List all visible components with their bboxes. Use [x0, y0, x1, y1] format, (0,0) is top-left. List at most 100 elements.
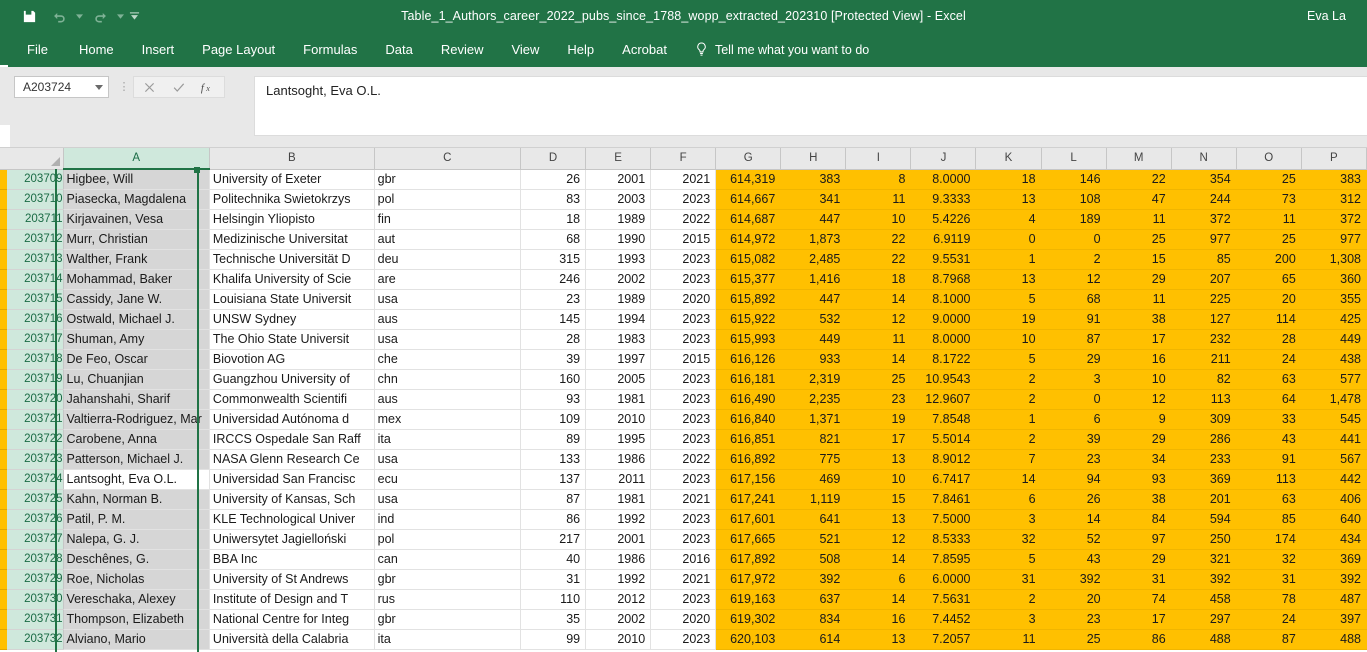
cell-E203724[interactable]: 2011 — [585, 469, 652, 490]
cell-N203730[interactable]: 458 — [1171, 589, 1237, 610]
cell-G203724[interactable]: 617,156 — [715, 469, 782, 490]
cell-B203717[interactable]: The Ohio State Universit — [209, 329, 375, 350]
cell-L203709[interactable]: 146 — [1041, 169, 1107, 190]
row-header[interactable]: 203720 — [7, 389, 64, 410]
cell-P203711[interactable]: 372 — [1301, 209, 1367, 230]
row-header[interactable]: 203717 — [7, 329, 64, 350]
cell-J203729[interactable]: 6.0000 — [910, 569, 977, 590]
cell-A203730[interactable]: Vereschaka, Alexey — [63, 589, 210, 610]
cell-L203716[interactable]: 91 — [1041, 309, 1107, 330]
cell-F203731[interactable]: 2020 — [650, 609, 717, 630]
cell-B203711[interactable]: Helsingin Yliopisto — [209, 209, 375, 230]
cell-B203715[interactable]: Louisiana State Universit — [209, 289, 375, 310]
cell-E203722[interactable]: 1995 — [585, 429, 652, 450]
cell-E203726[interactable]: 1992 — [585, 509, 652, 530]
cell-L203729[interactable]: 392 — [1041, 569, 1107, 590]
table-row[interactable]: 203719 Lu, Chuanjian Guangzhou University … — [0, 369, 1367, 390]
cell-M203721[interactable]: 9 — [1106, 409, 1172, 430]
cell-D203731[interactable]: 35 — [520, 609, 587, 630]
cell-N203720[interactable]: 113 — [1171, 389, 1237, 410]
cell-E203730[interactable]: 2012 — [585, 589, 652, 610]
cell-J203728[interactable]: 7.8595 — [910, 549, 977, 570]
cell-I203721[interactable]: 19 — [845, 409, 912, 430]
cell-D203723[interactable]: 133 — [520, 449, 587, 470]
cell-B203732[interactable]: Università della Calabria — [209, 629, 375, 650]
cell-A203709[interactable]: Higbee, Will — [63, 169, 210, 190]
tab-view[interactable]: View — [497, 32, 553, 67]
confirm-check-icon[interactable] — [164, 77, 194, 97]
cancel-x-icon[interactable] — [134, 77, 164, 97]
cell-J203725[interactable]: 7.8461 — [910, 489, 977, 510]
cell-B203728[interactable]: BBA Inc — [209, 549, 375, 570]
cell-F203725[interactable]: 2021 — [650, 489, 717, 510]
tab-review[interactable]: Review — [427, 32, 498, 67]
cell-L203722[interactable]: 39 — [1041, 429, 1107, 450]
table-row[interactable]: 203720 Jahanshahi, Sharif Commonwealth Sci… — [0, 389, 1367, 410]
cell-L203712[interactable]: 0 — [1041, 229, 1107, 250]
cell-L203713[interactable]: 2 — [1041, 249, 1107, 270]
row-header[interactable]: 203729 — [7, 569, 64, 590]
cell-L203720[interactable]: 0 — [1041, 389, 1107, 410]
table-row[interactable]: 203725 Kahn, Norman B. University of Kansa… — [0, 489, 1367, 510]
cell-J203712[interactable]: 6.9119 — [910, 229, 977, 250]
cell-O203712[interactable]: 25 — [1236, 229, 1302, 250]
select-all-triangle-icon[interactable] — [7, 148, 64, 170]
cell-E203718[interactable]: 1997 — [585, 349, 652, 370]
cell-J203732[interactable]: 7.2057 — [910, 629, 977, 650]
cell-B203730[interactable]: Institute of Design and T — [209, 589, 375, 610]
cell-B203712[interactable]: Medizinische Universitat — [209, 229, 375, 250]
cell-A203723[interactable]: Patterson, Michael J. — [63, 449, 210, 470]
cell-C203728[interactable]: can — [374, 549, 522, 570]
cell-G203729[interactable]: 617,972 — [715, 569, 782, 590]
cell-O203714[interactable]: 65 — [1236, 269, 1302, 290]
formula-input[interactable]: Lantsoght, Eva O.L. — [254, 76, 1367, 136]
cell-L203714[interactable]: 12 — [1041, 269, 1107, 290]
row-header[interactable]: 203713 — [7, 249, 64, 270]
cell-J203724[interactable]: 6.7417 — [910, 469, 977, 490]
cell-E203715[interactable]: 1989 — [585, 289, 652, 310]
cell-C203710[interactable]: pol — [374, 189, 522, 210]
cell-G203727[interactable]: 617,665 — [715, 529, 782, 550]
cell-H203712[interactable]: 1,873 — [780, 229, 847, 250]
cell-K203717[interactable]: 10 — [975, 329, 1042, 350]
cell-B203731[interactable]: National Centre for Integ — [209, 609, 375, 630]
cell-A203724[interactable]: Lantsoght, Eva O.L. — [63, 469, 210, 490]
cell-B203729[interactable]: University of St Andrews — [209, 569, 375, 590]
cell-H203719[interactable]: 2,319 — [780, 369, 847, 390]
cell-J203713[interactable]: 9.5531 — [910, 249, 977, 270]
cell-H203717[interactable]: 449 — [780, 329, 847, 350]
cell-K203729[interactable]: 31 — [975, 569, 1042, 590]
cell-O203718[interactable]: 24 — [1236, 349, 1302, 370]
tab-data[interactable]: Data — [371, 32, 426, 67]
cell-O203720[interactable]: 64 — [1236, 389, 1302, 410]
table-row[interactable]: 203715 Cassidy, Jane W. Louisiana State Un… — [0, 289, 1367, 310]
cell-M203727[interactable]: 97 — [1106, 529, 1172, 550]
column-header-A[interactable]: A — [63, 148, 210, 170]
cell-E203725[interactable]: 1981 — [585, 489, 652, 510]
cell-C203711[interactable]: fin — [374, 209, 522, 230]
cell-K203718[interactable]: 5 — [975, 349, 1042, 370]
cell-N203710[interactable]: 244 — [1171, 189, 1237, 210]
cell-O203719[interactable]: 63 — [1236, 369, 1302, 390]
cell-P203724[interactable]: 442 — [1301, 469, 1367, 490]
column-header-J[interactable]: J — [910, 148, 977, 170]
cell-C203709[interactable]: gbr — [374, 169, 522, 190]
cell-M203732[interactable]: 86 — [1106, 629, 1172, 650]
cell-A203713[interactable]: Walther, Frank — [63, 249, 210, 270]
cell-M203730[interactable]: 74 — [1106, 589, 1172, 610]
table-row[interactable]: 203724 Lantsoght, Eva O.L. Universidad San… — [0, 469, 1367, 490]
cell-F203728[interactable]: 2016 — [650, 549, 717, 570]
row-header[interactable]: 203723 — [7, 449, 64, 470]
cell-I203718[interactable]: 14 — [845, 349, 912, 370]
cell-N203715[interactable]: 225 — [1171, 289, 1237, 310]
cell-P203720[interactable]: 1,478 — [1301, 389, 1367, 410]
cell-P203722[interactable]: 441 — [1301, 429, 1367, 450]
cell-M203715[interactable]: 11 — [1106, 289, 1172, 310]
cell-I203724[interactable]: 10 — [845, 469, 912, 490]
column-header-G[interactable]: G — [715, 148, 782, 170]
cell-O203726[interactable]: 85 — [1236, 509, 1302, 530]
cell-K203731[interactable]: 3 — [975, 609, 1042, 630]
cell-M203712[interactable]: 25 — [1106, 229, 1172, 250]
cell-I203716[interactable]: 12 — [845, 309, 912, 330]
cell-I203712[interactable]: 22 — [845, 229, 912, 250]
